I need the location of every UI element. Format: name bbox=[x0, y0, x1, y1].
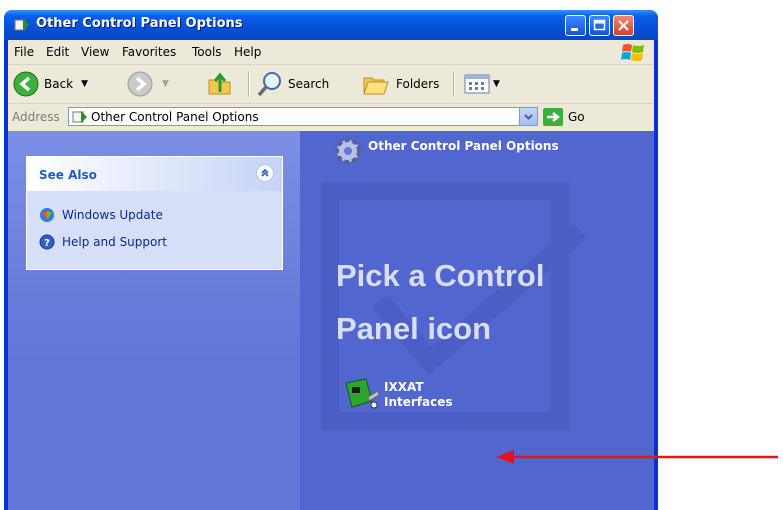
back-dropdown-icon[interactable]: ▼ bbox=[81, 79, 88, 89]
menu-edit[interactable]: Edit bbox=[46, 45, 69, 59]
network-card-icon bbox=[345, 378, 380, 409]
window-client: File Edit View Favorites Tools Help Back… bbox=[8, 40, 654, 510]
search-label: Search bbox=[288, 77, 330, 91]
forward-arrow-icon bbox=[127, 71, 153, 97]
go-label: Go bbox=[568, 110, 585, 124]
menu-tools[interactable]: Tools bbox=[192, 45, 222, 59]
help-and-support-label: Help and Support bbox=[62, 235, 167, 249]
address-field[interactable]: Other Control Panel Options bbox=[68, 107, 538, 126]
pick-heading-line2: Panel icon bbox=[336, 311, 492, 346]
svg-text:?: ? bbox=[44, 238, 50, 249]
maximize-button[interactable] bbox=[589, 15, 610, 36]
forward-button[interactable]: ▼ bbox=[126, 69, 169, 99]
double-chevron-up-icon bbox=[261, 168, 269, 177]
search-icon bbox=[257, 72, 281, 97]
windows-update-link[interactable]: Windows Update bbox=[39, 207, 163, 223]
gear-icon bbox=[335, 138, 361, 164]
toolbar-separator bbox=[248, 71, 250, 97]
title-bar[interactable]: Other Control Panel Options bbox=[4, 10, 658, 40]
collapse-button[interactable] bbox=[256, 164, 274, 182]
address-dropdown-button[interactable] bbox=[519, 108, 537, 125]
go-arrow-icon bbox=[543, 108, 563, 126]
go-button[interactable]: Go bbox=[543, 107, 585, 127]
up-folder-button[interactable] bbox=[206, 69, 234, 99]
windows-update-icon bbox=[40, 208, 54, 222]
help-and-support-link[interactable]: ? Help and Support bbox=[39, 234, 167, 250]
minimize-button[interactable] bbox=[565, 15, 586, 36]
task-pane: See Also Windows Update ? Help and Suppo… bbox=[8, 131, 300, 510]
close-button[interactable] bbox=[613, 15, 634, 36]
address-label: Address bbox=[12, 110, 60, 124]
explorer-window: Other Control Panel Options File Edit Vi… bbox=[4, 10, 658, 510]
red-arrow-annotation bbox=[496, 450, 778, 464]
address-bar: Address Other Control Panel Options Go bbox=[8, 104, 654, 130]
menu-help[interactable]: Help bbox=[234, 45, 261, 59]
address-value: Other Control Panel Options bbox=[91, 110, 259, 124]
toolbar: Back ▼ ▼ Search Folders ▼ bbox=[8, 65, 654, 104]
control-panel-icon bbox=[14, 19, 29, 31]
chevron-down-icon bbox=[524, 114, 533, 120]
window-title: Other Control Panel Options bbox=[36, 16, 243, 31]
back-arrow-icon bbox=[13, 71, 39, 97]
pick-heading-line1: Pick a Control bbox=[336, 258, 545, 293]
help-icon: ? bbox=[39, 234, 55, 250]
control-panel-icon bbox=[72, 111, 87, 123]
toolbar-separator bbox=[453, 71, 455, 97]
views-dropdown-icon[interactable]: ▼ bbox=[493, 79, 500, 89]
ixxat-label-line1: IXXAT bbox=[384, 380, 424, 394]
up-folder-icon bbox=[208, 72, 231, 95]
back-label: Back bbox=[44, 77, 74, 91]
ixxat-label-line2: Interfaces bbox=[384, 395, 453, 409]
views-icon bbox=[464, 74, 490, 94]
views-button[interactable]: ▼ bbox=[463, 69, 500, 99]
folders-button[interactable]: Folders bbox=[362, 69, 439, 99]
ixxat-interfaces-label: IXXAT Interfaces bbox=[384, 380, 453, 410]
forward-dropdown-icon[interactable]: ▼ bbox=[162, 79, 169, 89]
search-button[interactable]: Search bbox=[256, 69, 329, 99]
see-also-header[interactable]: See Also bbox=[27, 157, 282, 191]
folders-label: Folders bbox=[396, 77, 440, 91]
menu-favorites[interactable]: Favorites bbox=[122, 45, 176, 59]
menu-bar: File Edit View Favorites Tools Help bbox=[8, 40, 654, 65]
back-button[interactable]: Back ▼ bbox=[12, 69, 88, 99]
menu-view[interactable]: View bbox=[81, 45, 109, 59]
see-also-title: See Also bbox=[39, 168, 97, 182]
see-also-panel: See Also Windows Update ? Help and Suppo… bbox=[26, 156, 283, 270]
windows-logo-icon bbox=[621, 44, 644, 61]
menu-file[interactable]: File bbox=[14, 45, 34, 59]
windows-update-label: Windows Update bbox=[62, 208, 163, 222]
folders-icon bbox=[363, 77, 389, 95]
page-title: Other Control Panel Options bbox=[368, 139, 559, 153]
